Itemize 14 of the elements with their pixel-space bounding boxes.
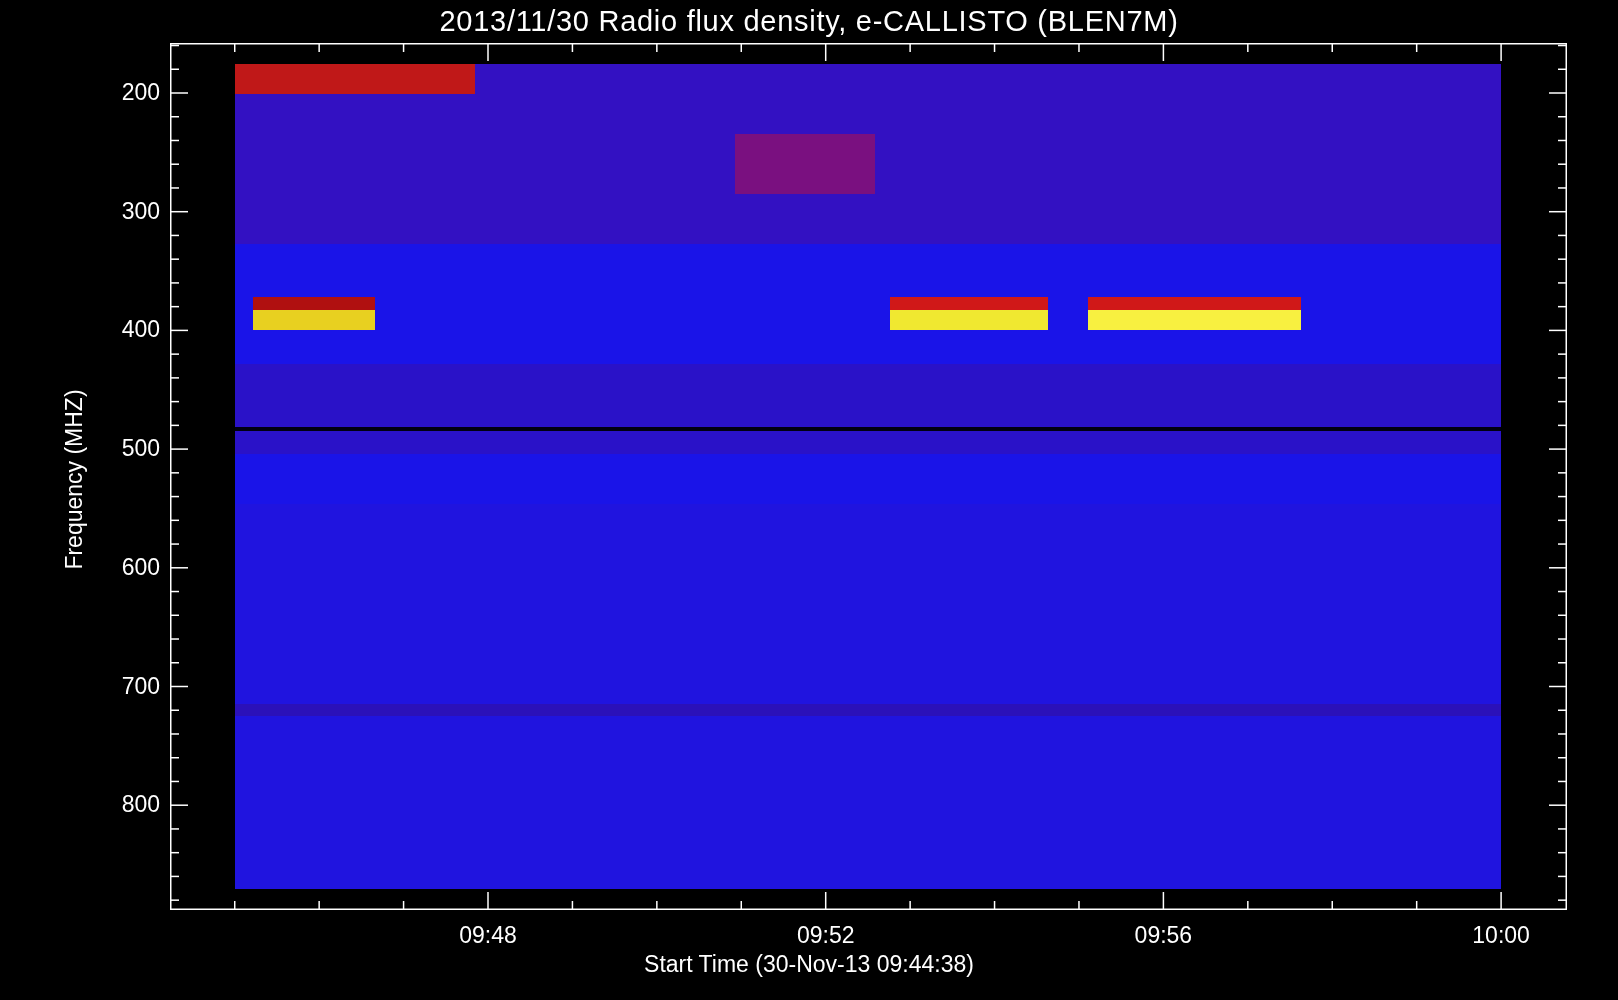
y-tick-label: 300 (120, 199, 160, 223)
x-tick-label: 09:52 (795, 924, 856, 947)
x-axis-label: Start Time (30-Nov-13 09:44:38) (644, 953, 974, 976)
y-tick-label: 200 (120, 81, 160, 104)
x-tick-label: 09:48 (458, 924, 518, 947)
x-tick-label: 10:00 (1471, 924, 1531, 947)
y-tick-label: 400 (120, 318, 160, 342)
y-axis-label: Frequency (MHZ) (62, 388, 86, 572)
y-tick-label: 500 (120, 437, 160, 461)
y-tick-label: 600 (120, 555, 160, 579)
chart-title: 2013/11/30 Radio flux density, e-CALLISTO (BLEN7M) (439, 7, 1179, 36)
x-tick-label: 09:56 (1133, 924, 1194, 947)
y-tick-label: 800 (120, 793, 160, 817)
y-tick-label: 700 (120, 674, 160, 698)
